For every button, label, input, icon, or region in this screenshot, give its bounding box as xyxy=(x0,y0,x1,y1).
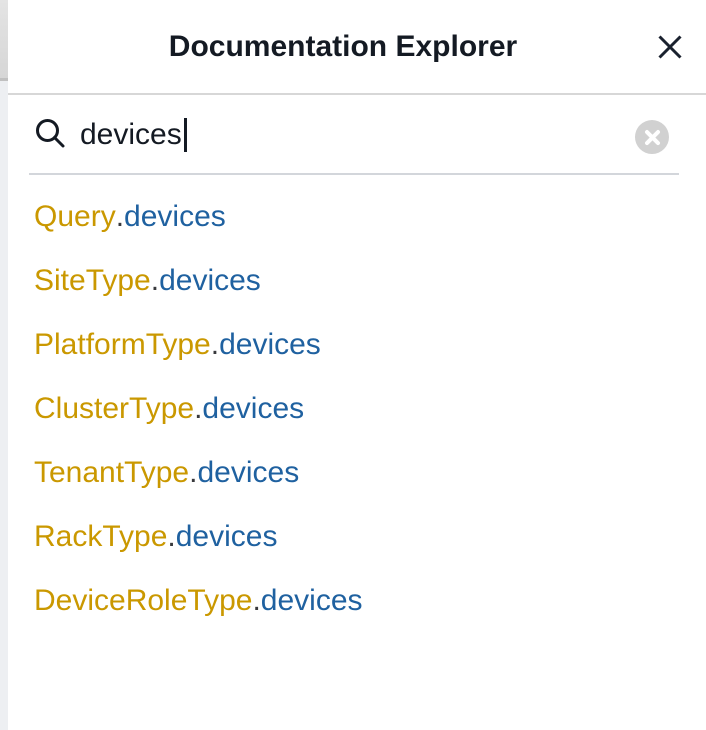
doc-explorer-title-bar: Documentation Explorer xyxy=(8,0,706,95)
search-result-item[interactable]: DeviceRoleType.devices xyxy=(8,569,706,633)
separator: . xyxy=(189,456,197,490)
background-editor-edge xyxy=(0,0,8,730)
search-result-item[interactable]: RackType.devices xyxy=(8,505,706,569)
type-name: SiteType xyxy=(34,264,151,298)
close-button[interactable] xyxy=(648,25,692,69)
field-name: devices xyxy=(176,520,278,554)
separator: . xyxy=(151,264,159,298)
documentation-explorer-panel: Documentation Explorer devices xyxy=(8,0,706,730)
close-icon xyxy=(655,32,685,62)
search-result-item[interactable]: ClusterType.devices xyxy=(8,377,706,441)
search-input[interactable]: devices xyxy=(80,118,187,152)
clear-search-button[interactable] xyxy=(635,120,669,154)
search-divider xyxy=(29,173,679,175)
field-name: devices xyxy=(159,264,261,298)
field-name: devices xyxy=(197,456,299,490)
type-name: RackType xyxy=(34,520,167,554)
background-toolbar-edge xyxy=(0,0,8,81)
search-results-list: Query.devices SiteType.devices PlatformT… xyxy=(8,175,706,633)
field-name: devices xyxy=(219,328,321,362)
separator: . xyxy=(116,200,124,234)
text-cursor xyxy=(184,118,187,152)
type-name: Query xyxy=(34,200,116,234)
search-icon xyxy=(34,118,68,152)
search-result-item[interactable]: PlatformType.devices xyxy=(8,313,706,377)
search-bar: devices xyxy=(8,95,706,175)
search-result-item[interactable]: SiteType.devices xyxy=(8,249,706,313)
type-name: PlatformType xyxy=(34,328,211,362)
search-result-item[interactable]: TenantType.devices xyxy=(8,441,706,505)
field-name: devices xyxy=(124,200,226,234)
panel-title: Documentation Explorer xyxy=(38,30,648,64)
graphiql-window: Documentation Explorer devices xyxy=(0,0,706,730)
search-input-value: devices xyxy=(80,118,182,152)
field-name: devices xyxy=(261,584,363,618)
type-name: DeviceRoleType xyxy=(34,584,252,618)
type-name: TenantType xyxy=(34,456,189,490)
field-name: devices xyxy=(202,392,304,426)
search-result-item[interactable]: Query.devices xyxy=(8,185,706,249)
separator: . xyxy=(211,328,219,362)
separator: . xyxy=(167,520,175,554)
separator: . xyxy=(252,584,260,618)
type-name: ClusterType xyxy=(34,392,194,426)
clear-icon xyxy=(644,129,661,146)
separator: . xyxy=(194,392,202,426)
